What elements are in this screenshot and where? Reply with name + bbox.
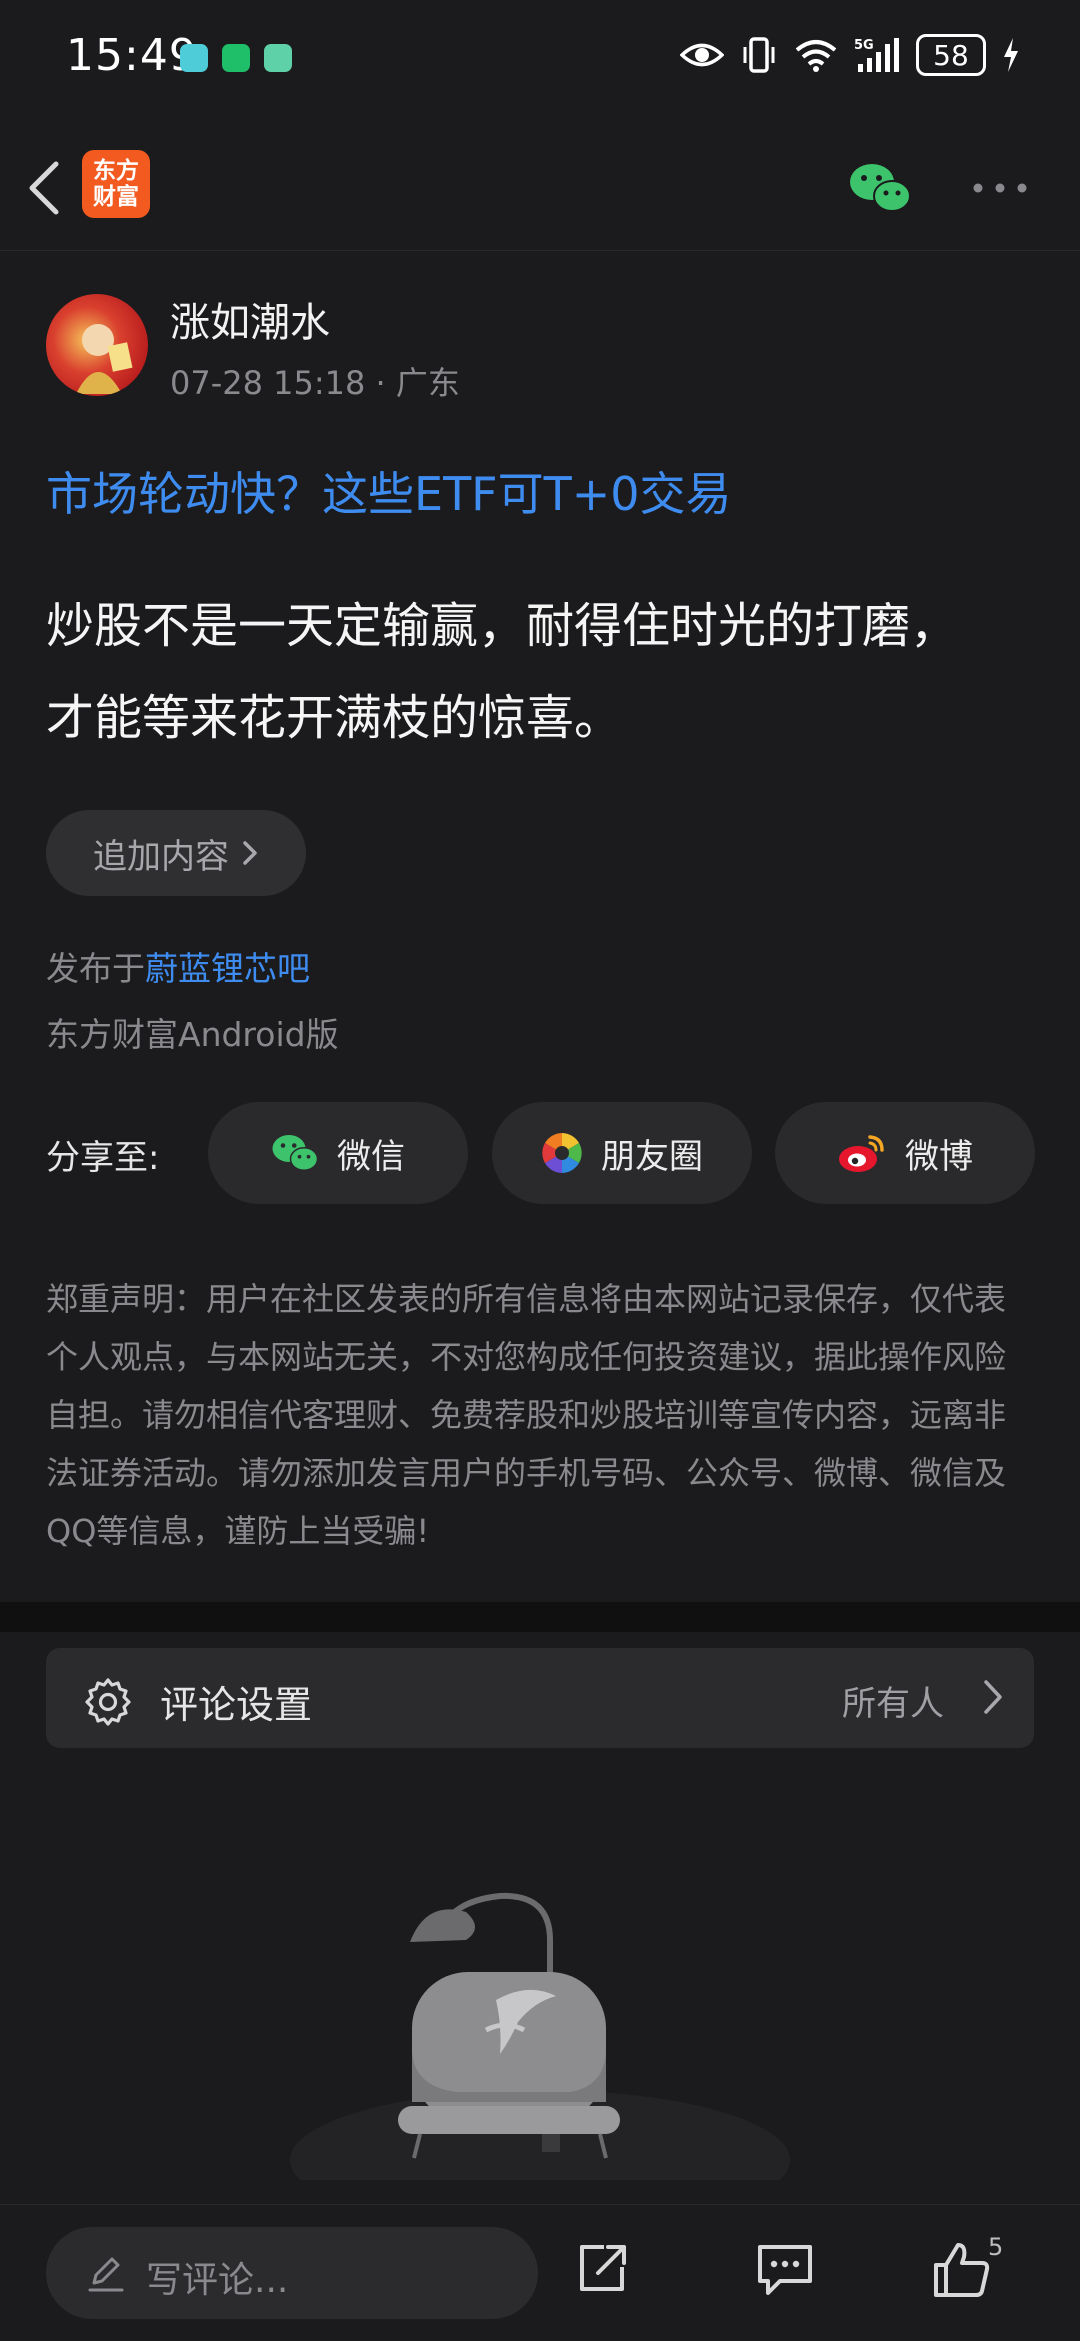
share-wechat-button[interactable]: 微信 — [208, 1102, 468, 1204]
comment-settings-row[interactable]: 评论设置 所有人 — [46, 1648, 1034, 1748]
status-time: 15:49 — [66, 30, 198, 81]
published-bar-link[interactable]: 蔚蓝锂芯吧 — [145, 949, 310, 988]
comment-settings-value: 所有人 — [842, 1684, 944, 1724]
share-moments-button[interactable]: 朋友圈 — [492, 1102, 752, 1204]
eye-icon — [680, 43, 724, 67]
published-prefix: 发布于 — [46, 949, 145, 988]
client-source: 东方财富Android版 — [46, 1015, 339, 1054]
app-green-icon — [222, 44, 250, 72]
wechat-share-icon[interactable] — [848, 160, 912, 216]
post-body-line: 才能等来花开满枝的惊喜。 — [46, 690, 623, 746]
wifi-icon — [795, 40, 837, 72]
share-weibo-label: 微博 — [905, 1136, 973, 1177]
comment-settings-label: 评论设置 — [160, 1683, 313, 1727]
svg-text:5G: 5G — [854, 38, 874, 53]
moments-icon — [542, 1133, 582, 1173]
logo-text-top: 东方 — [93, 158, 139, 184]
gear-icon — [85, 1678, 131, 1726]
weibo-icon — [839, 1135, 884, 1172]
battery-indicator: 58 — [916, 34, 986, 76]
append-content-label: 追加内容 — [93, 836, 229, 877]
like-count: 5 — [988, 2233, 1004, 2261]
avatar-figure — [76, 324, 133, 394]
empty-comments-illustration — [290, 1892, 790, 2180]
tiktok-icon — [180, 44, 208, 72]
post-meta: 07-28 15:18 · 广东 — [170, 358, 460, 404]
comment-placeholder: 写评论... — [146, 2260, 289, 2301]
post-link-title[interactable]: 市场轮动快？这些ETF可T+0交易 — [46, 458, 732, 524]
post-body: 炒股不是一天定输赢，耐得住时光的打磨， 才能等来花开满枝的惊喜。 — [46, 580, 1036, 764]
more-options-icon[interactable] — [970, 176, 1030, 200]
bottom-action-bar: 写评论... 5 — [0, 2204, 1080, 2341]
status-app-icons — [180, 44, 292, 72]
signal-5g-icon: 5G — [854, 38, 899, 72]
wechat-icon — [272, 1135, 319, 1171]
author-name[interactable]: 涨如潮水 — [170, 290, 330, 348]
app-mint-icon — [264, 44, 292, 72]
share-export-icon[interactable] — [574, 2241, 630, 2297]
eastmoney-logo[interactable]: 东方 财富 — [82, 150, 150, 218]
published-in: 发布于蔚蓝锂芯吧 — [46, 942, 310, 990]
logo-text-bottom: 财富 — [93, 184, 139, 210]
post-location: 广东 — [395, 364, 460, 402]
thumbs-up-icon[interactable] — [932, 2241, 992, 2299]
chevron-right-icon — [984, 1680, 1002, 1714]
chevron-right-icon — [243, 841, 257, 865]
vibrate-icon — [743, 37, 775, 73]
top-nav-bar: 东方 财富 — [0, 120, 1080, 251]
disclaimer-text: 郑重声明：用户在社区发表的所有信息将由本网站记录保存，仅代表个人观点，与本网站无… — [46, 1280, 1007, 1550]
comment-icon[interactable] — [756, 2241, 814, 2297]
status-bar: 15:49 5G 58 — [0, 0, 1080, 120]
share-weibo-button[interactable]: 微博 — [775, 1102, 1035, 1204]
share-moments-label: 朋友圈 — [601, 1136, 703, 1177]
comment-input[interactable]: 写评论... — [46, 2227, 538, 2319]
pen-icon — [88, 2257, 124, 2292]
post-date: 07-28 15:18 — [170, 364, 366, 402]
share-label: 分享至: — [46, 1138, 160, 1178]
append-content-button[interactable]: 追加内容 — [46, 810, 306, 896]
back-arrow-icon[interactable] — [20, 158, 70, 218]
post-body-line: 炒股不是一天定输赢，耐得住时光的打磨， — [46, 598, 959, 654]
author-avatar[interactable] — [46, 294, 148, 396]
status-right: 5G 58 — [680, 34, 1020, 76]
section-divider — [0, 1602, 1080, 1632]
charging-icon — [1004, 38, 1018, 72]
meta-separator: · — [375, 364, 396, 402]
share-wechat-label: 微信 — [337, 1136, 405, 1177]
